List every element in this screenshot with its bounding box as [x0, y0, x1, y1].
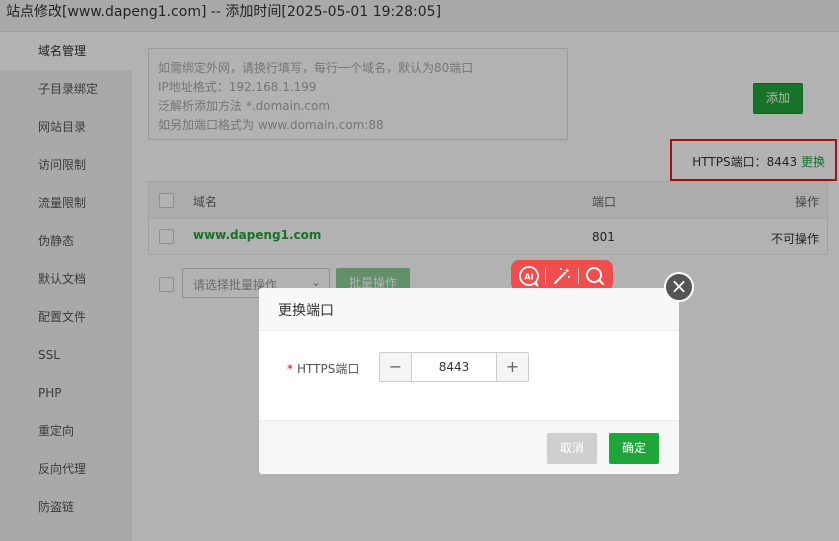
- change-port-dialog: 更换端口 * HTTPS端口 − 8443 + 取消 确定: [259, 288, 679, 474]
- close-icon[interactable]: ×: [664, 272, 694, 302]
- search-icon[interactable]: [582, 264, 608, 288]
- magic-wand-icon[interactable]: [549, 264, 575, 288]
- port-input[interactable]: 8443: [412, 353, 496, 381]
- port-stepper: − 8443 +: [379, 352, 529, 382]
- toolbar-divider: [578, 267, 579, 284]
- toolbar-divider: [545, 267, 546, 284]
- confirm-button[interactable]: 确定: [609, 433, 659, 464]
- required-asterisk: *: [287, 362, 293, 376]
- ai-toolbar: AI: [511, 260, 613, 291]
- https-port-field-label: * HTTPS端口: [287, 360, 359, 377]
- field-label-text: HTTPS端口: [297, 362, 360, 376]
- decrement-button[interactable]: −: [380, 353, 412, 381]
- svg-text:AI: AI: [524, 272, 533, 281]
- ai-chat-icon[interactable]: AI: [516, 264, 542, 288]
- increment-button[interactable]: +: [496, 353, 528, 381]
- dialog-title: 更换端口: [259, 288, 679, 331]
- dialog-footer: 取消 确定: [259, 420, 679, 474]
- cancel-button[interactable]: 取消: [547, 433, 597, 464]
